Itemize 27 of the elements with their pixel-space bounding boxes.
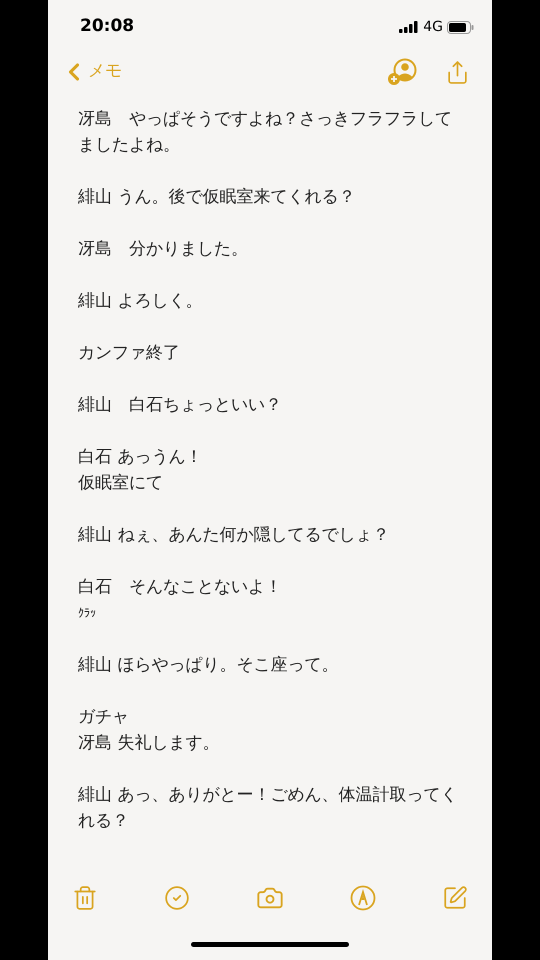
note-line: 緋山 うん。後で仮眠室来てくれる？ [78,186,356,209]
trash-icon[interactable] [72,885,98,911]
note-line: 緋山 白石ちょっといい？ [78,394,283,417]
status-time: 20:08 [80,15,134,38]
note-line: れる？ [78,810,130,833]
pen-circle-icon[interactable] [350,885,376,911]
add-person-icon[interactable] [387,58,417,86]
note-line: 白石 そんなことないよ！ [78,576,283,599]
network-label: 4G [423,18,443,36]
note-line: ましたよね。 [78,134,181,157]
checklist-icon[interactable] [164,885,190,911]
note-line: 緋山 よろしく。 [78,290,204,313]
battery-icon [447,20,474,34]
signal-icon [399,21,420,33]
back-button[interactable]: メモ [60,58,122,86]
note-line: 緋山 あっ、ありがとー！ごめん、体温計取ってく [78,784,458,807]
note-line: ガチャ [78,706,130,729]
compose-icon[interactable] [442,885,468,911]
note-line: 緋山 ほらやっぱり。そこ座って。 [78,654,340,677]
note-line: カンファ終了 [78,342,181,365]
note-line: 冴島 失礼します。 [78,732,220,755]
note-line: 冴島 分かりました。 [78,238,249,261]
note-line: ｸﾗｯ [78,605,97,622]
note-line: 白石 あっうん！ [78,446,204,469]
note-line: 冴島 やっぱそうですよね？さっきフラフラして [78,108,453,131]
note-line: 緋山 ねぇ、あんた何か隠してるでしょ？ [78,524,390,547]
note-line: 仮眠室にて [78,472,164,495]
